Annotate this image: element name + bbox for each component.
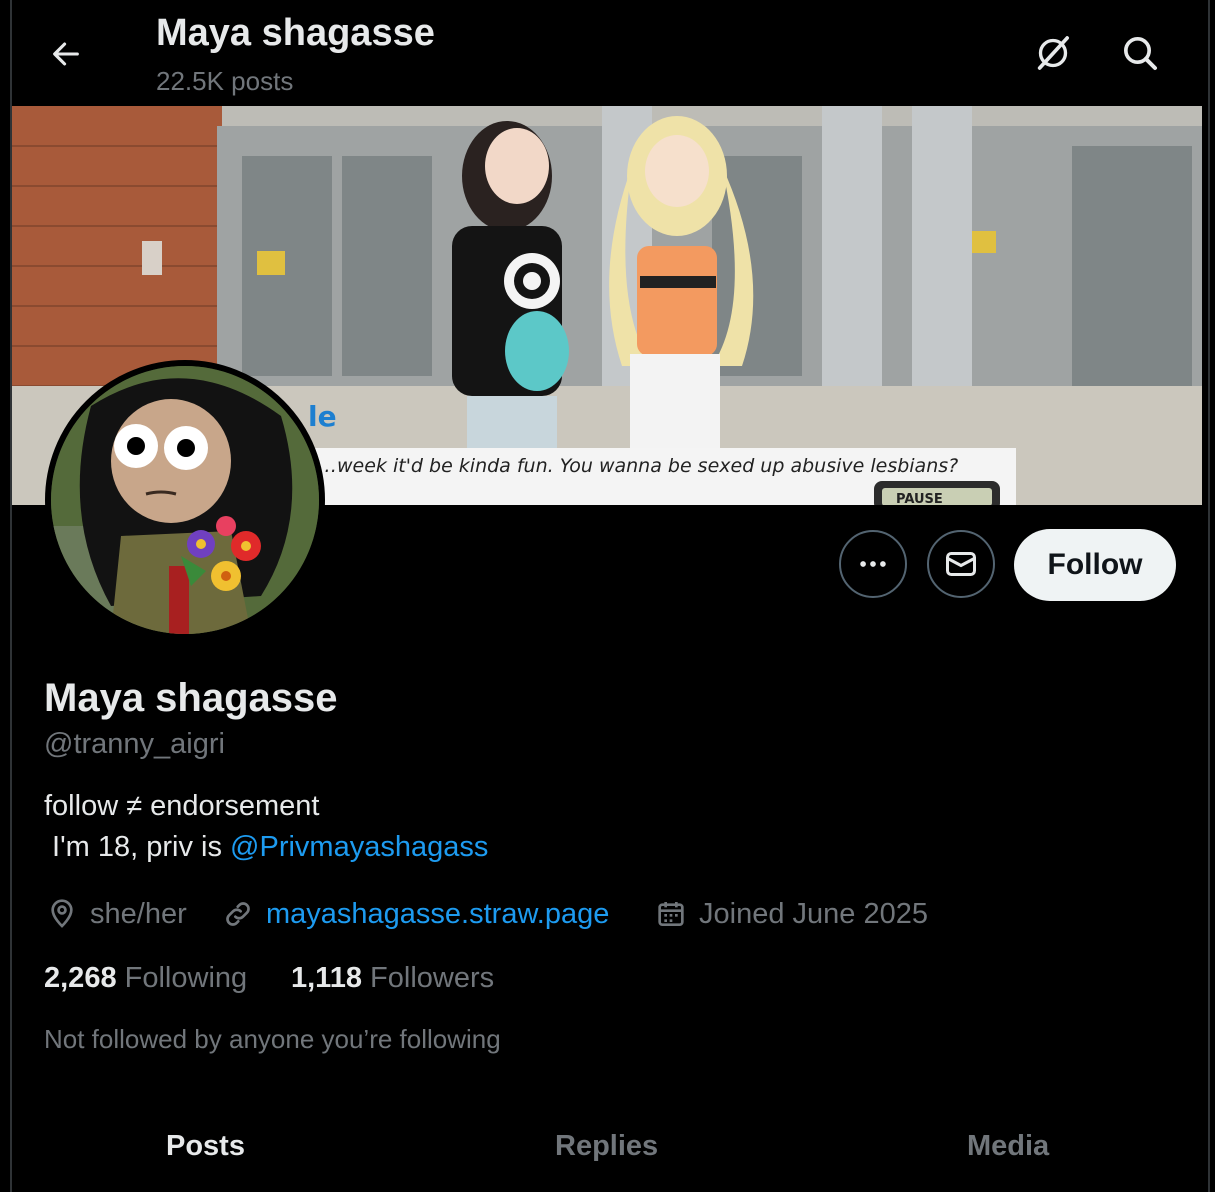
frame-border-right [1208, 0, 1210, 1192]
grok-button[interactable] [1025, 25, 1081, 81]
search-button[interactable] [1112, 25, 1168, 81]
joined-item: Joined June 2025 [655, 894, 928, 934]
tab-media[interactable]: Media [967, 1130, 1049, 1163]
tab-posts[interactable]: Posts [166, 1130, 245, 1163]
pronouns-text: she/her [90, 897, 187, 930]
website-link[interactable]: mayashagasse.straw.page [266, 898, 609, 931]
mail-icon [946, 552, 976, 576]
display-name: Maya shagasse [44, 676, 338, 720]
avatar[interactable] [45, 360, 325, 640]
more-icon [860, 561, 886, 567]
bio-line-2-text: I'm 18, priv is [44, 831, 231, 863]
mutuals-note: Not followed by anyone you’re following [44, 1024, 501, 1054]
user-handle: @tranny_aigri [44, 728, 225, 760]
banner-caption: …week it'd be kinda fun. You wanna be se… [318, 455, 958, 477]
header-title: Maya shagasse [156, 12, 435, 54]
follow-button[interactable]: Follow [1014, 529, 1176, 601]
followers-stat[interactable]: 1,118 Followers [291, 962, 494, 995]
website-item[interactable]: mayashagasse.straw.page [222, 894, 609, 934]
following-label: Following [124, 962, 248, 994]
more-button[interactable] [839, 530, 907, 598]
pronouns-item: she/her [46, 894, 187, 934]
no-grok-icon [1037, 36, 1069, 70]
search-icon [1124, 37, 1157, 70]
following-stat[interactable]: 2,268 Following [44, 962, 247, 995]
bio-line-2: I'm 18, priv is @Privmayashagass [44, 831, 488, 864]
calendar-icon [658, 902, 684, 926]
banner-pause-label: PAUSE [896, 492, 943, 505]
message-button[interactable] [927, 530, 995, 598]
followers-label: Followers [370, 962, 495, 994]
header-post-count: 22.5K posts [156, 66, 294, 96]
following-count: 2,268 [44, 962, 117, 994]
profile-header: Maya shagasse 22.5K posts [12, 0, 1208, 106]
avatar-image [51, 366, 319, 634]
link-icon [226, 902, 250, 926]
location-icon [51, 899, 73, 928]
bio-line-1: follow ≠ endorsement [44, 790, 320, 822]
back-arrow-icon [53, 42, 79, 66]
followers-count: 1,118 [291, 962, 362, 994]
bio-mention-link[interactable]: @Privmayashagass [230, 831, 488, 863]
back-button[interactable] [42, 30, 90, 78]
banner-speaker-name: le [308, 400, 337, 433]
tab-replies[interactable]: Replies [555, 1130, 658, 1163]
joined-text: Joined June 2025 [699, 897, 928, 930]
